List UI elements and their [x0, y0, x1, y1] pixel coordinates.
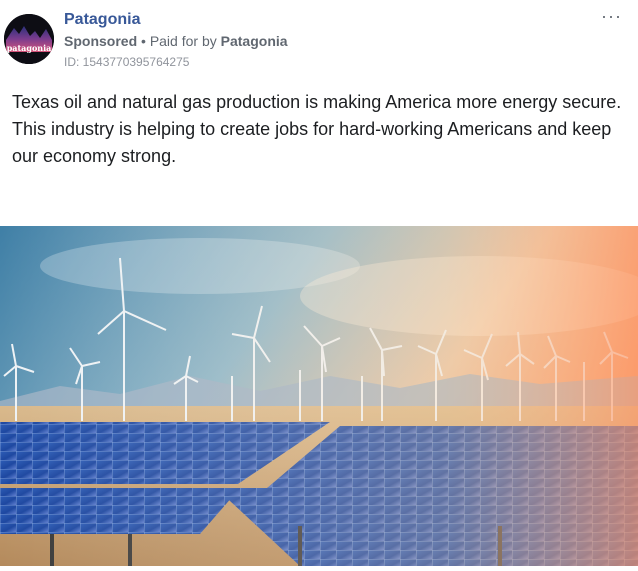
- paid-for-prefix: Paid for by: [149, 33, 217, 49]
- patagonia-logo-icon: patagonia: [4, 14, 54, 64]
- ad-id: ID: 1543770395764275: [64, 55, 190, 69]
- renewable-energy-photo: [0, 226, 638, 566]
- separator-dot: •: [141, 33, 146, 49]
- sponsored-line: Sponsored • Paid for by Patagonia: [64, 33, 288, 49]
- paid-for-name[interactable]: Patagonia: [221, 33, 288, 49]
- post-text: Texas oil and natural gas production is …: [12, 92, 622, 166]
- ad-image[interactable]: [0, 226, 638, 566]
- sponsored-label: Sponsored: [64, 33, 138, 49]
- more-options-icon[interactable]: ···: [601, 6, 622, 27]
- advertiser-avatar[interactable]: patagonia: [4, 14, 54, 64]
- advertiser-name[interactable]: Patagonia: [64, 11, 140, 29]
- ad-header: patagonia Patagonia Sponsored • Paid for…: [0, 0, 638, 80]
- logo-wordmark: patagonia: [7, 43, 52, 53]
